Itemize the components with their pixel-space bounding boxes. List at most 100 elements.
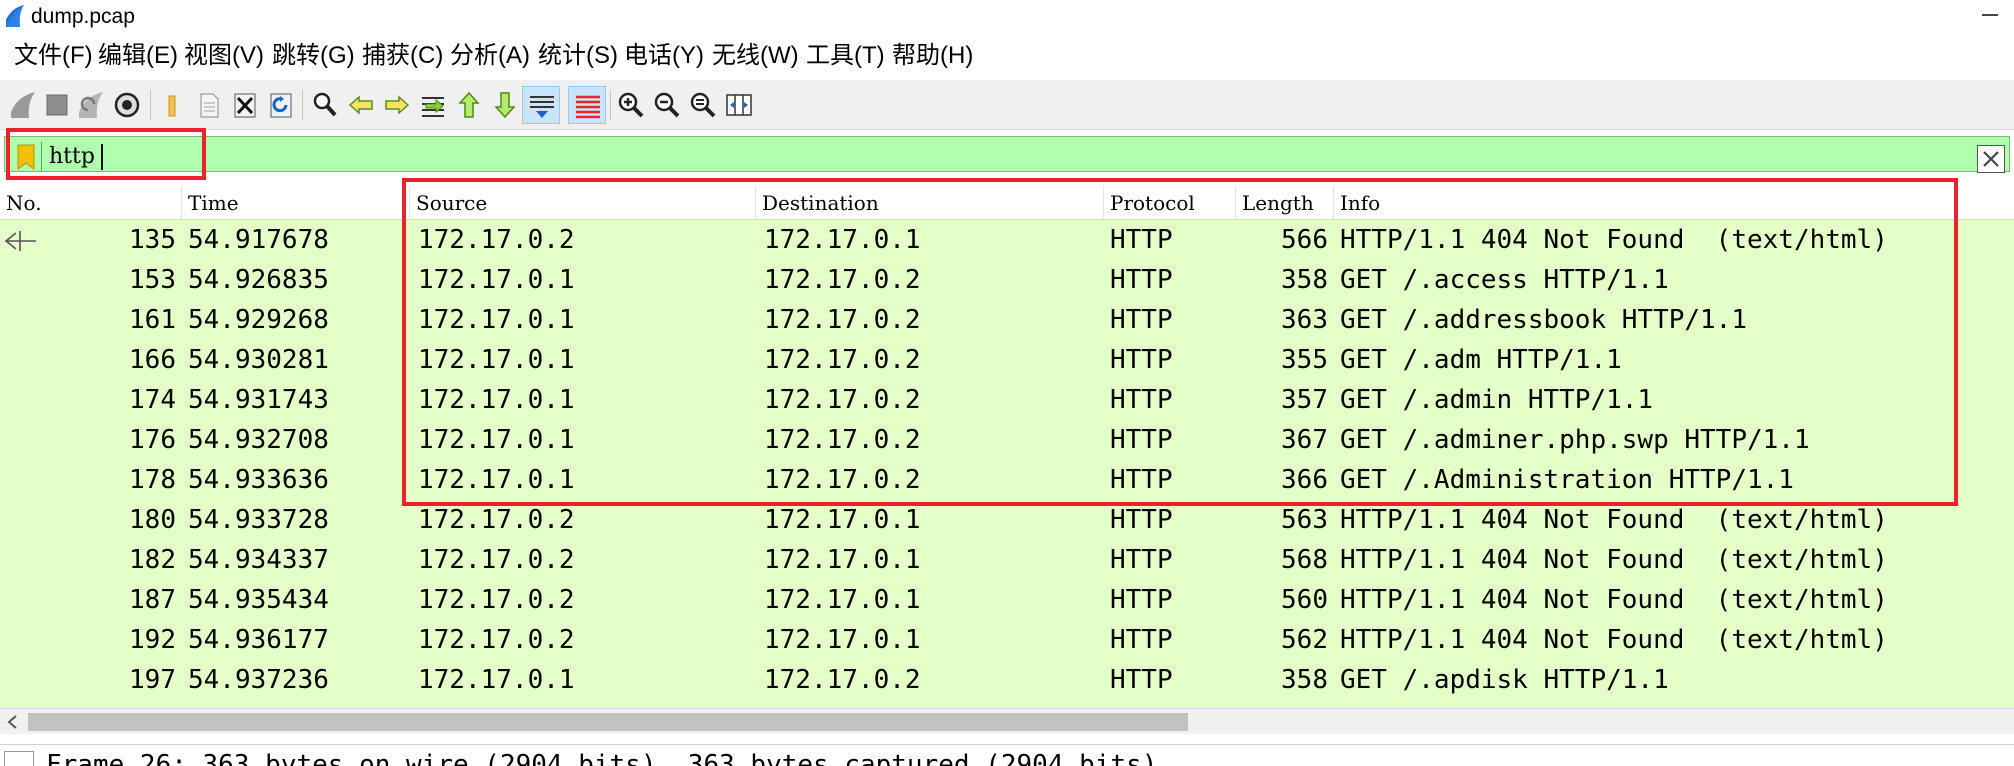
first-packet-button[interactable] — [450, 86, 488, 124]
cell-len: 358 — [1281, 665, 1328, 695]
frame-summary[interactable]: Frame 26: 363 bytes on wire (2904 bits),… — [46, 747, 1157, 766]
toolbar-separator — [150, 90, 151, 120]
cell-proto: HTTP — [1110, 665, 1173, 695]
cell-info: GET /.access HTTP/1.1 — [1340, 265, 1669, 295]
packet-row[interactable]: 187 54.935434 172.17.0.2 172.17.0.1 HTTP 560 H… — [0, 580, 2014, 620]
open-file-button[interactable] — [156, 86, 194, 124]
normal-size-button[interactable] — [684, 86, 722, 124]
menu-tools[interactable]: 工具(T) — [806, 40, 885, 72]
auto-scroll-button[interactable] — [522, 86, 560, 124]
cell-len: 568 — [1281, 545, 1328, 575]
cell-time: 54.926835 — [188, 265, 329, 295]
cell-time: 54.917678 — [188, 225, 329, 255]
packet-row[interactable]: 135 54.917678 172.17.0.2 172.17.0.1 HTTP 566 H… — [0, 220, 2014, 260]
cell-dst: 172.17.0.1 — [764, 505, 921, 535]
zoom-out-button[interactable] — [648, 86, 686, 124]
main-toolbar — [0, 80, 2014, 130]
cell-time: 54.930281 — [188, 345, 329, 375]
menu-help[interactable]: 帮助(H) — [892, 40, 973, 72]
packet-row-partial[interactable] — [0, 700, 2014, 708]
go-to-packet-button[interactable] — [414, 86, 452, 124]
cell-time: 54.934337 — [188, 545, 329, 575]
packet-row[interactable]: 180 54.933728 172.17.0.2 172.17.0.1 HTTP 563 H… — [0, 500, 2014, 540]
packet-row[interactable]: 153 54.926835 172.17.0.1 172.17.0.2 HTTP 358 G… — [0, 260, 2014, 300]
cell-info: GET /.adm HTTP/1.1 — [1340, 345, 1622, 375]
tree-expander[interactable] — [4, 751, 34, 766]
cell-time: 54.932708 — [188, 425, 329, 455]
restart-capture-button[interactable] — [72, 86, 110, 124]
find-packet-button[interactable] — [306, 86, 344, 124]
file-button[interactable] — [190, 86, 228, 124]
menu-view[interactable]: 视图(V) — [184, 40, 264, 72]
cell-time: 54.935434 — [188, 585, 329, 615]
close-icon — [1983, 151, 1999, 167]
start-capture-button[interactable] — [4, 86, 42, 124]
zoom-in-button[interactable] — [612, 86, 650, 124]
last-packet-button[interactable] — [486, 86, 524, 124]
column-info[interactable]: Info — [1334, 186, 2014, 220]
capture-options-button[interactable] — [108, 86, 146, 124]
go-forward-button[interactable] — [378, 86, 416, 124]
packet-row[interactable]: 166 54.930281 172.17.0.1 172.17.0.2 HTTP 355 G… — [0, 340, 2014, 380]
column-time[interactable]: Time — [182, 186, 410, 220]
clear-filter-button[interactable] — [1977, 145, 2005, 173]
cell-info: HTTP/1.1 404 Not Found (text/html) — [1340, 585, 1888, 615]
filter-value[interactable]: http — [49, 143, 95, 171]
packet-row[interactable]: 197 54.937236 172.17.0.1 172.17.0.2 HTTP 358 G… — [0, 660, 2014, 700]
colorize-button[interactable] — [568, 86, 606, 124]
packet-row[interactable]: 192 54.936177 172.17.0.2 172.17.0.1 HTTP 562 H… — [0, 620, 2014, 660]
cell-info: HTTP/1.1 404 Not Found (text/html) — [1340, 225, 1888, 255]
cell-time: 54.936177 — [188, 625, 329, 655]
cell-info: GET /.apdisk HTTP/1.1 — [1340, 665, 1669, 695]
toolbar-separator — [610, 90, 611, 120]
close-file-button[interactable] — [226, 86, 264, 124]
cell-dst: 172.17.0.2 — [764, 305, 921, 335]
cell-no: 161 — [129, 305, 176, 335]
resize-columns-button[interactable] — [720, 86, 758, 124]
column-no[interactable]: No. — [0, 186, 182, 220]
column-protocol[interactable]: Protocol — [1104, 186, 1236, 220]
packet-row[interactable]: 176 54.932708 172.17.0.1 172.17.0.2 HTTP 367 G… — [0, 420, 2014, 460]
menu-edit[interactable]: 编辑(E) — [98, 40, 178, 72]
cell-proto: HTTP — [1110, 385, 1173, 415]
horizontal-scrollbar[interactable] — [0, 708, 2014, 734]
minimize-button[interactable] — [1982, 14, 1998, 16]
cell-proto: HTTP — [1110, 265, 1173, 295]
menu-capture[interactable]: 捕获(C) — [362, 40, 443, 72]
packet-row[interactable]: 161 54.929268 172.17.0.1 172.17.0.2 HTTP 363 G… — [0, 300, 2014, 340]
packet-row[interactable]: 174 54.931743 172.17.0.1 172.17.0.2 HTTP 357 G… — [0, 380, 2014, 420]
menu-bar: 文件(F) 编辑(E) 视图(V) 跳转(G) 捕获(C) 分析(A) 统计(S… — [0, 36, 2014, 76]
cell-no: 153 — [129, 265, 176, 295]
display-filter-input[interactable]: http — [4, 136, 2010, 173]
scroll-left-arrow-icon[interactable] — [6, 714, 20, 730]
menu-statistics[interactable]: 统计(S) — [538, 40, 618, 72]
reload-icon — [270, 93, 292, 118]
menu-go[interactable]: 跳转(G) — [272, 40, 355, 72]
toolbar-separator — [302, 90, 303, 120]
cell-dst: 172.17.0.2 — [764, 425, 921, 455]
column-source[interactable]: Source — [410, 186, 756, 220]
close-file-icon — [234, 93, 256, 118]
go-back-button[interactable] — [342, 86, 380, 124]
packet-row[interactable]: 182 54.934337 172.17.0.2 172.17.0.1 HTTP 568 H… — [0, 540, 2014, 580]
cell-info: GET /.admin HTTP/1.1 — [1340, 385, 1654, 415]
cell-info: HTTP/1.1 404 Not Found (text/html) — [1340, 625, 1888, 655]
cell-dst: 172.17.0.2 — [764, 385, 921, 415]
menu-file[interactable]: 文件(F) — [14, 40, 93, 72]
packet-row[interactable]: 178 54.933636 172.17.0.1 172.17.0.2 HTTP 366 G… — [0, 460, 2014, 500]
filter-bookmark-icon[interactable] — [15, 144, 37, 170]
column-length[interactable]: Length — [1236, 186, 1334, 220]
last-packet-icon — [494, 92, 516, 119]
menu-wireless[interactable]: 无线(W) — [712, 40, 799, 72]
cell-proto: HTTP — [1110, 585, 1173, 615]
column-destination[interactable]: Destination — [756, 186, 1104, 220]
goto-packet-icon — [422, 97, 444, 117]
menu-telephony[interactable]: 电话(Y) — [624, 40, 704, 72]
cell-src: 172.17.0.2 — [418, 505, 575, 535]
menu-analyze[interactable]: 分析(A) — [450, 40, 530, 72]
reload-file-button[interactable] — [262, 86, 300, 124]
stop-capture-button[interactable] — [38, 86, 76, 124]
cell-time: 54.929268 — [188, 305, 329, 335]
scrollbar-thumb[interactable] — [28, 713, 1188, 731]
cell-info: GET /.Administration HTTP/1.1 — [1340, 465, 1794, 495]
